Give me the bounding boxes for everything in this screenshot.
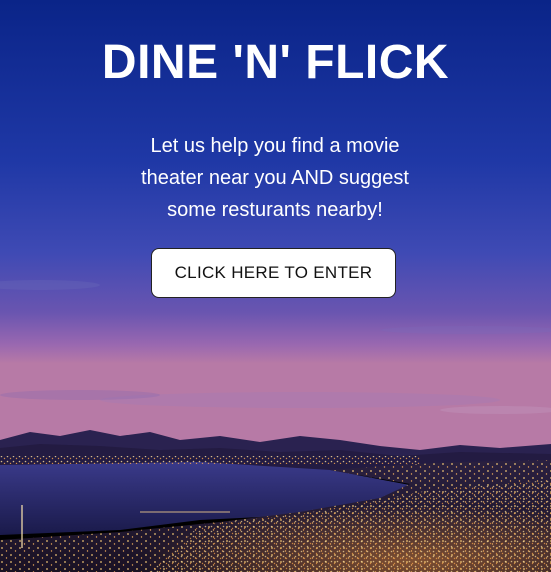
landing-page: DINE 'N' FLICK Let us help you find a mo… (0, 0, 551, 572)
tagline-text: Let us help you find a movie theater nea… (141, 135, 409, 221)
page-title: DINE 'N' FLICK (101, 36, 450, 89)
enter-button[interactable]: CLICK HERE TO ENTER (151, 248, 396, 298)
